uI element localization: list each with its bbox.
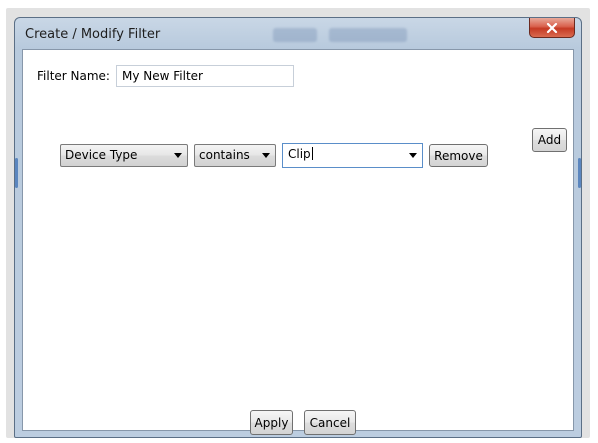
field-select[interactable]: Device Type: [60, 144, 188, 167]
titlebar-glass-reflection: [329, 28, 407, 42]
value-input[interactable]: Clip: [288, 147, 313, 161]
frame-edge-highlight: [578, 158, 581, 188]
screen: Create / Modify Filter Filter Name: My N…: [0, 0, 598, 443]
cancel-button[interactable]: Cancel: [304, 410, 356, 435]
close-button[interactable]: [529, 18, 575, 38]
window-title: Create / Modify Filter: [25, 27, 161, 42]
value-text: Clip: [288, 147, 311, 161]
filter-name-label: Filter Name:: [37, 69, 110, 83]
chevron-down-icon: [174, 153, 182, 158]
value-combobox[interactable]: Clip: [282, 143, 423, 168]
chevron-down-icon[interactable]: [409, 153, 417, 158]
operator-select[interactable]: contains: [194, 144, 276, 167]
filter-name-input[interactable]: My New Filter: [116, 65, 294, 87]
text-caret: [311, 147, 313, 160]
operator-select-value: contains: [199, 148, 250, 162]
filter-dialog: Create / Modify Filter Filter Name: My N…: [14, 17, 582, 438]
chevron-down-icon: [262, 153, 270, 158]
frame-edge-highlight: [15, 158, 18, 188]
field-select-value: Device Type: [65, 148, 138, 162]
dialog-content: Filter Name: My New Filter Add Device Ty…: [22, 49, 574, 435]
title-bar[interactable]: Create / Modify Filter: [15, 18, 581, 50]
apply-button[interactable]: Apply: [250, 410, 293, 435]
close-icon: [546, 22, 558, 33]
titlebar-glass-reflection: [273, 28, 317, 42]
add-criterion-button[interactable]: Add: [532, 128, 567, 152]
remove-criterion-button[interactable]: Remove: [429, 144, 488, 167]
